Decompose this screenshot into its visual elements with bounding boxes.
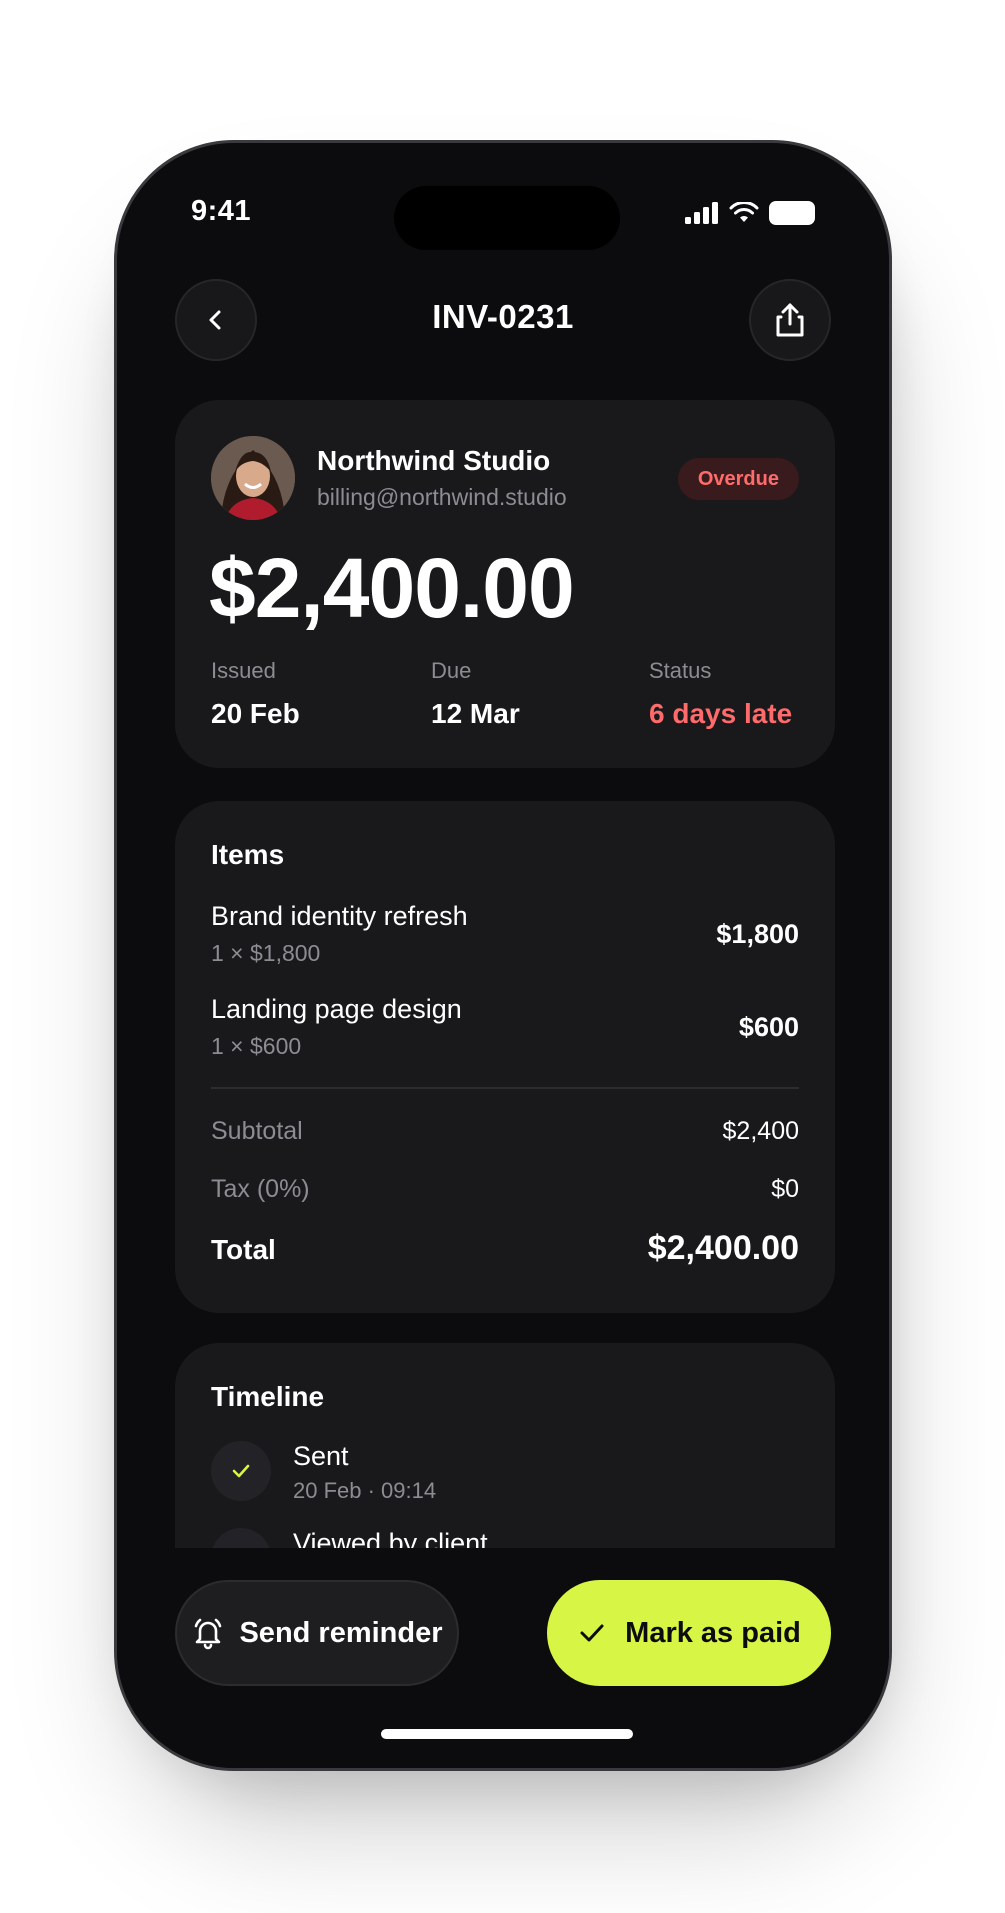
meta-status-label: Status (649, 658, 712, 683)
home-indicator[interactable] (381, 1729, 633, 1739)
items-title: Items (211, 839, 285, 870)
timeline-event-title: Sent (293, 1441, 349, 1471)
tax-value: $0 (771, 1175, 799, 1203)
check-icon (232, 1464, 250, 1478)
mark-as-paid-button[interactable]: Mark as paid (547, 1580, 831, 1686)
invoice-amount: $2,400.00 (209, 541, 575, 635)
items-card: Items Brand identity refresh 1 × $1,800 … (175, 801, 835, 1313)
meta-due-value: 12 Mar (431, 698, 520, 729)
cellular-signal-icon (685, 202, 718, 224)
item-name: Landing page design (211, 994, 462, 1024)
item-qty: 1 × $1,800 (211, 940, 321, 966)
mark-as-paid-label: Mark as paid (625, 1616, 801, 1649)
total-label: Total (211, 1234, 276, 1265)
share-icon (776, 303, 804, 337)
subtotal-value: $2,400 (722, 1117, 799, 1145)
avatar[interactable] (211, 436, 295, 520)
share-button[interactable] (749, 279, 831, 361)
tax-label: Tax (0%) (211, 1175, 310, 1203)
invoice-summary-card: Northwind Studio billing@northwind.studi… (175, 400, 835, 768)
client-name: Northwind Studio (317, 445, 551, 476)
items-divider (211, 1087, 799, 1089)
list-item[interactable]: Landing page design 1 × $600 $600 (211, 994, 799, 1064)
item-price: $600 (738, 1012, 799, 1042)
item-qty: 1 × $600 (211, 1033, 302, 1059)
meta-issued-value: 20 Feb (211, 698, 300, 729)
timeline-event-time: 20 Feb · 09:14 (293, 1478, 437, 1503)
check-icon (580, 1624, 604, 1642)
timeline-title: Timeline (211, 1381, 325, 1412)
item-price: $1,800 (716, 919, 799, 949)
meta-issued-label: Issued (211, 658, 276, 683)
total-value: $2,400.00 (647, 1229, 799, 1267)
status-time: 9:41 (191, 195, 252, 227)
meta-due-label: Due (431, 658, 472, 683)
timeline-dot (211, 1441, 271, 1501)
timeline-card: Timeline Sent 20 Feb · 09:14 Viewed by c… (175, 1343, 835, 1583)
battery-icon (769, 201, 815, 225)
meta-due: Due 12 Mar (431, 658, 520, 730)
meta-status-value: 6 days late (649, 698, 793, 729)
send-reminder-button[interactable]: Send reminder (175, 1580, 459, 1686)
meta-issued: Issued 20 Feb (211, 658, 300, 730)
subtotal-row: Subtotal $2,400 (211, 1117, 799, 1146)
status-icons (685, 201, 817, 225)
wifi-icon (729, 202, 759, 222)
total-row: Total $2,400.00 (211, 1229, 799, 1268)
item-name: Brand identity refresh (211, 901, 468, 931)
subtotal-label: Subtotal (211, 1117, 303, 1145)
meta-status: Status 6 days late (649, 658, 792, 730)
bell-icon (195, 1618, 222, 1650)
send-reminder-label: Send reminder (239, 1616, 443, 1649)
phone-frame: 9:41 INV-0231 Northwind Studio billing@n… (114, 140, 892, 1771)
client-email: billing@northwind.studio (317, 484, 567, 510)
dynamic-island (394, 186, 620, 250)
list-item[interactable]: Brand identity refresh 1 × $1,800 $1,800 (211, 901, 799, 971)
tax-row: Tax (0%) $0 (211, 1175, 799, 1204)
client-avatar-image (211, 436, 295, 520)
status-badge: Overdue (677, 458, 799, 500)
